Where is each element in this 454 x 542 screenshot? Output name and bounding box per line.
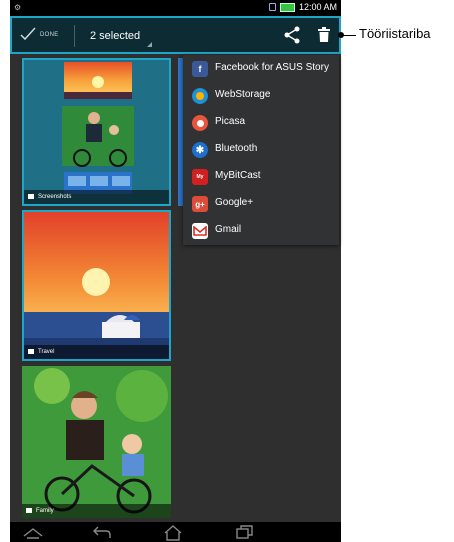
folder-icon — [26, 508, 32, 513]
album-label-bar: Family — [22, 504, 171, 518]
album-family[interactable]: Family — [22, 366, 171, 518]
selection-count-dropdown[interactable]: 2 selected — [90, 30, 140, 42]
trash-icon[interactable] — [318, 27, 330, 48]
share-option-mybitcast[interactable]: My MyBitCast — [183, 163, 339, 190]
share-option-label: Facebook for ASUS Story — [215, 62, 329, 73]
share-menu: f Facebook for ASUS Story WebStorage Pic… — [183, 55, 339, 245]
bluetooth-icon: ✱ — [192, 142, 208, 158]
album-label-bar: Travel — [24, 345, 169, 359]
share-option-picasa[interactable]: Picasa — [183, 109, 339, 136]
dropdown-caret-icon — [147, 42, 152, 47]
share-option-webstorage[interactable]: WebStorage — [183, 82, 339, 109]
share-icon[interactable] — [284, 26, 300, 49]
menu-chevron-icon[interactable] — [22, 525, 44, 542]
toolbar-callout-label: Tööriistariba — [359, 26, 431, 41]
status-time: 12:00 AM — [298, 2, 337, 12]
share-option-label: Bluetooth — [215, 143, 258, 154]
album-title: Family — [36, 508, 54, 514]
album-thumbnail-family — [22, 366, 171, 518]
device-notification-icon — [268, 3, 276, 11]
mybitcast-icon: My — [192, 169, 208, 185]
album-screenshots[interactable]: Screenshots — [22, 58, 171, 206]
google-plus-icon: g+ — [192, 196, 208, 212]
folder-icon — [28, 194, 34, 199]
gmail-icon — [192, 223, 208, 239]
recent-apps-icon[interactable] — [236, 525, 254, 542]
share-option-label: Google+ — [215, 197, 254, 208]
done-button[interactable]: DONE — [40, 32, 59, 38]
home-icon[interactable] — [163, 525, 183, 542]
share-option-label: Picasa — [215, 116, 246, 127]
album-travel[interactable]: Travel — [22, 210, 171, 361]
battery-icon — [279, 2, 295, 12]
back-icon[interactable] — [92, 525, 112, 542]
share-option-google-plus[interactable]: g+ Google+ — [183, 190, 339, 217]
share-option-label: WebStorage — [215, 89, 271, 100]
settings-notification-icon: ⚙ — [14, 3, 22, 12]
album-title: Screenshots — [38, 194, 72, 200]
facebook-icon: f — [192, 61, 208, 77]
picasa-icon — [192, 115, 208, 131]
share-option-bluetooth[interactable]: ✱ Bluetooth — [183, 136, 339, 163]
share-option-gmail[interactable]: Gmail — [183, 217, 339, 244]
album-label-bar: Screenshots — [24, 190, 169, 204]
album-thumbnail-sunset — [24, 212, 169, 359]
navigation-bar — [10, 522, 341, 542]
callout-line — [341, 35, 356, 36]
album-title: Travel — [38, 349, 55, 355]
album-thumbnail-stack — [24, 60, 169, 204]
toolbar: DONE 2 selected — [10, 16, 341, 54]
folder-icon — [28, 349, 34, 354]
toolbar-divider — [74, 25, 75, 47]
status-bar: ⚙ 12:00 AM — [10, 0, 341, 16]
share-option-label: MyBitCast — [215, 170, 261, 181]
share-option-label: Gmail — [215, 224, 242, 235]
share-option-facebook[interactable]: f Facebook for ASUS Story — [183, 55, 339, 82]
done-check-icon[interactable] — [20, 27, 36, 46]
webstorage-icon — [192, 88, 208, 104]
